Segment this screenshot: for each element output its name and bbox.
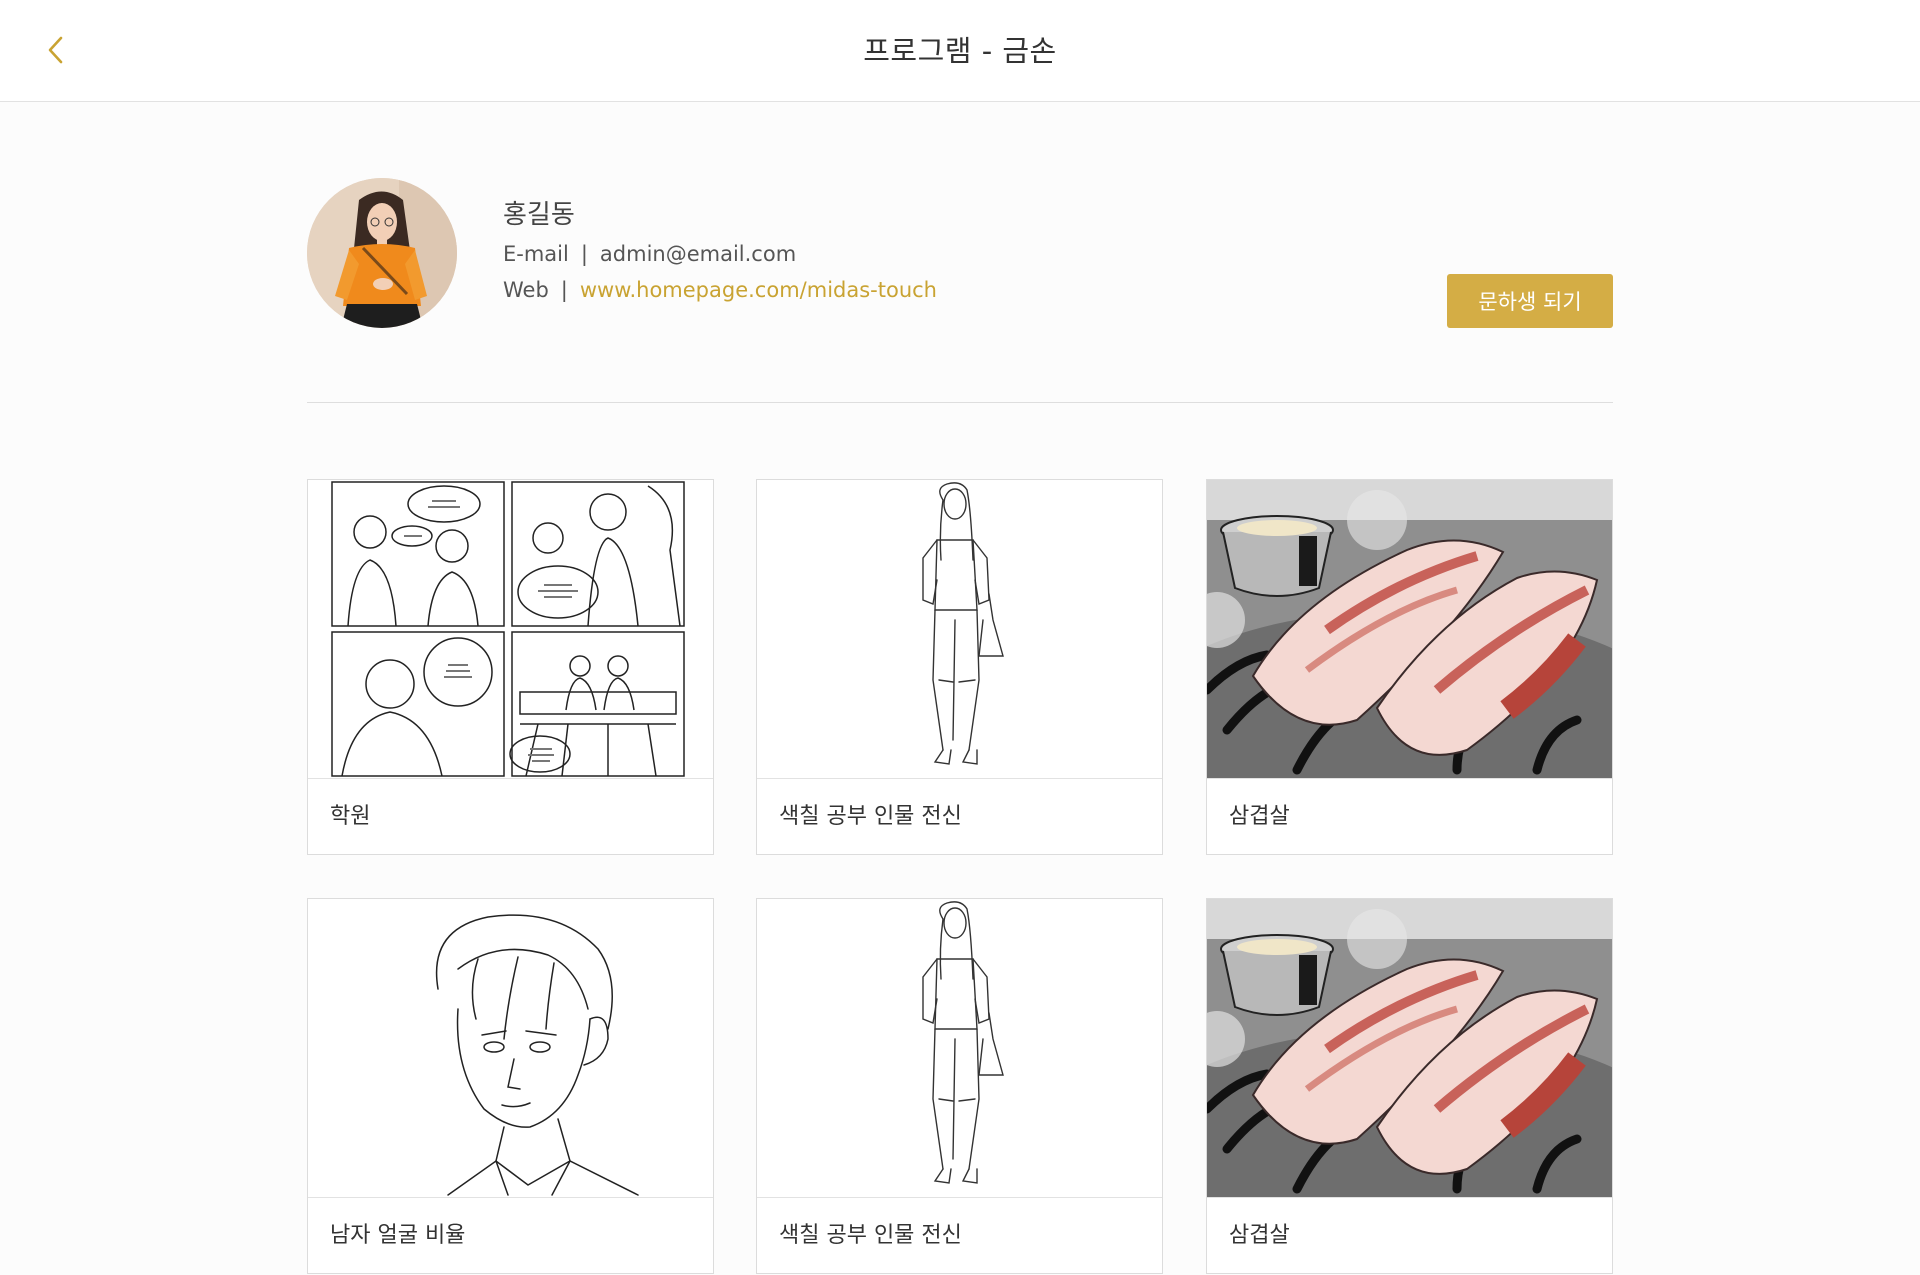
profile-name: 홍길동 [503, 200, 575, 230]
pork-belly-image [1207, 480, 1612, 779]
full-body-sketch-image [757, 480, 1162, 779]
card-title: 남자 얼굴 비율 [330, 1223, 466, 1248]
email-label: E-mail [503, 242, 569, 266]
card-title: 삼겹살 [1229, 804, 1290, 829]
gallery-card[interactable]: 삼겹살 [1206, 479, 1613, 855]
gallery-card[interactable]: 색칠 공부 인물 전신 [756, 898, 1163, 1274]
card-title: 삼겹살 [1229, 1223, 1290, 1248]
become-apprentice-button[interactable]: 문하생 되기 [1447, 274, 1613, 328]
separator: | [580, 242, 588, 266]
gallery-card[interactable]: 삼겹살 [1206, 898, 1613, 1274]
profile-section: 홍길동 E-mail | admin@email.com Web | www.h… [307, 178, 1613, 328]
page-title: 프로그램 - 금손 [863, 34, 1057, 68]
top-bar: 프로그램 - 금손 [0, 0, 1920, 102]
comic-panels-image [308, 480, 713, 779]
email-value: admin@email.com [599, 242, 797, 266]
gallery-grid: 학원 색칠 공부 인물 전신 삼겹살 남자 얼굴 비율 색칠 공부 인물 전신 … [307, 479, 1613, 1275]
card-title: 색칠 공부 인물 전신 [779, 1223, 962, 1248]
web-link[interactable]: www.homepage.com/midas-touch [580, 278, 937, 302]
separator: | [560, 278, 568, 302]
gallery-card[interactable]: 학원 [307, 479, 714, 855]
full-body-sketch-image [757, 899, 1162, 1198]
email-line: E-mail | admin@email.com [503, 242, 796, 266]
gallery-card[interactable]: 색칠 공부 인물 전신 [756, 479, 1163, 855]
avatar [307, 178, 457, 328]
section-divider [307, 402, 1613, 403]
web-line: Web | www.homepage.com/midas-touch [503, 278, 937, 302]
male-face-sketch-image [308, 899, 713, 1198]
card-title: 색칠 공부 인물 전신 [779, 804, 962, 829]
web-label: Web [503, 278, 549, 302]
pork-belly-image [1207, 899, 1612, 1198]
card-title: 학원 [330, 804, 371, 829]
gallery-card[interactable]: 남자 얼굴 비율 [307, 898, 714, 1274]
